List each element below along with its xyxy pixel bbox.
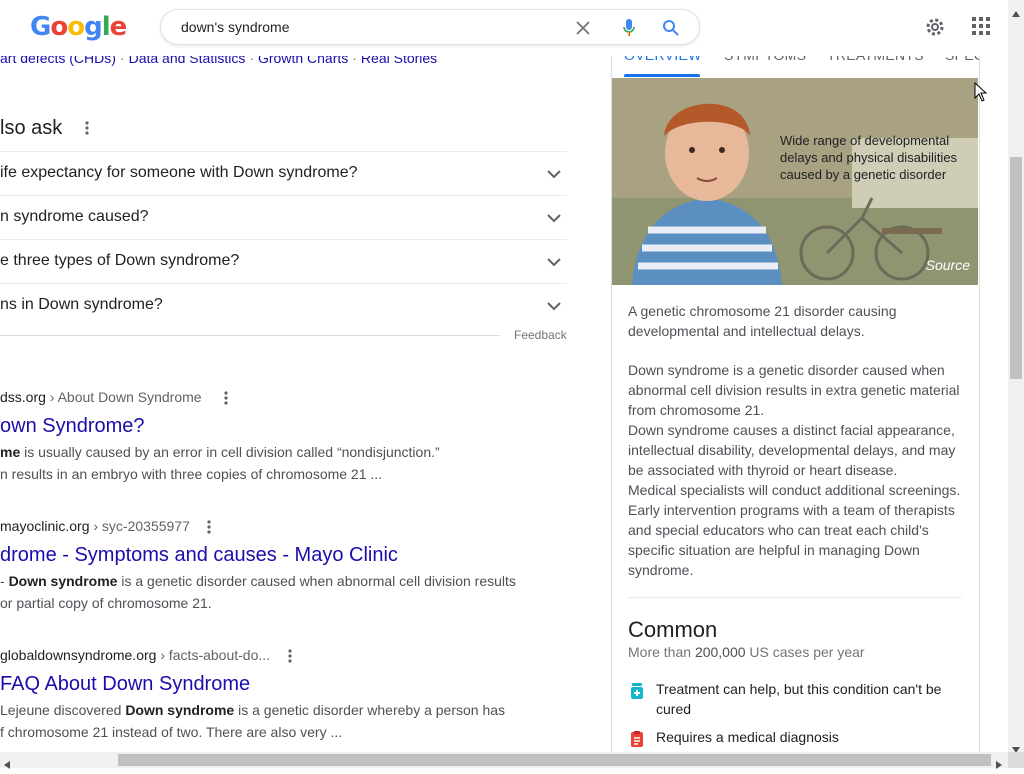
horizontal-scrollbar[interactable] (0, 752, 1008, 769)
horizontal-scroll-thumb[interactable] (118, 754, 991, 766)
google-logo[interactable]: Google (30, 12, 127, 42)
fact-diagnosis: Requires a medical diagnosis (656, 729, 839, 745)
more-options-icon[interactable] (80, 120, 94, 141)
header: Google down's syndrome (0, 0, 1008, 56)
result-site: dss.org (0, 389, 46, 405)
more-options-icon[interactable] (219, 390, 233, 411)
common-heading: Common (628, 617, 718, 642)
paa-question-4[interactable]: ns in Down syndrome? (0, 283, 567, 328)
search-icon[interactable] (661, 18, 681, 38)
paa-question-text: ife expectancy for someone with Down syn… (0, 164, 358, 181)
result-url[interactable]: mayoclinic.org › syc-20355977 (0, 518, 190, 534)
divider (0, 335, 500, 336)
result-breadcrumb: › syc-20355977 (89, 518, 190, 534)
result-snippet: Lejeune discovered Down syndrome is a ge… (0, 702, 506, 718)
paa-question-2[interactable]: n syndrome caused? (0, 195, 567, 240)
scrollbar-corner (1008, 752, 1024, 768)
search-input[interactable]: down's syndrome (181, 19, 290, 35)
result-url[interactable]: globaldownsyndrome.org › facts-about-do.… (0, 647, 270, 663)
result-title-link[interactable]: own Syndrome? (0, 415, 145, 438)
image-caption: Wide range of developmental delays and p… (780, 133, 958, 182)
mouse-cursor-icon (974, 81, 988, 107)
image-source-link[interactable]: Source (926, 257, 970, 273)
chevron-down-icon (547, 210, 561, 228)
divider (628, 597, 962, 598)
condition-illustration[interactable]: Wide range of developmental delays and p… (612, 78, 978, 285)
microphone-icon[interactable] (619, 18, 639, 38)
search-box[interactable]: down's syndrome (160, 9, 700, 45)
paa-question-3[interactable]: e three types of Down syndrome? (0, 239, 567, 284)
paa-question-text: ns in Down syndrome? (0, 296, 163, 313)
scroll-left-arrow-icon[interactable] (4, 756, 10, 774)
scroll-up-arrow-icon[interactable] (1012, 4, 1020, 22)
chevron-down-icon (547, 298, 561, 316)
people-also-ask-heading: lso ask (0, 117, 63, 139)
case-count: More than 200,000 US cases per year (628, 644, 865, 660)
result-url[interactable]: dss.org › About Down Syndrome (0, 389, 202, 405)
panel-description: Down syndrome is a genetic disorder caus… (628, 362, 960, 418)
panel-description: Medical specialists will conduct additio… (628, 482, 961, 578)
fact-treatment: Treatment can help, but this condition c… (656, 681, 942, 717)
more-options-icon[interactable] (202, 519, 216, 540)
paa-question-1[interactable]: ife expectancy for someone with Down syn… (0, 151, 567, 196)
result-snippet: f chromosome 21 instead of two. There ar… (0, 724, 343, 740)
clear-icon[interactable] (573, 18, 593, 38)
chevron-down-icon (547, 254, 561, 272)
result-snippet: n results in an embryo with three copies… (0, 466, 383, 482)
medicine-bottle-icon (628, 682, 646, 700)
result-breadcrumb: › About Down Syndrome (45, 389, 202, 405)
paa-question-text: e three types of Down syndrome? (0, 252, 240, 269)
settings-gear-icon[interactable] (924, 16, 946, 38)
vertical-scrollbar[interactable] (1008, 0, 1024, 753)
scroll-right-arrow-icon[interactable] (996, 756, 1002, 774)
panel-description: Down syndrome causes a distinct facial a… (628, 422, 956, 478)
result-site: mayoclinic.org (0, 518, 90, 534)
feedback-link[interactable]: Feedback (514, 328, 567, 342)
knowledge-panel: OVERVIEW SYMPTOMS TREATMENTS SPEC Wide r… (611, 40, 980, 760)
chevron-down-icon (547, 166, 561, 184)
apps-grid-icon[interactable] (972, 17, 990, 35)
active-tab-indicator (624, 74, 700, 77)
result-site: globaldownsyndrome.org (0, 647, 157, 663)
result-title-link[interactable]: drome - Symptoms and causes - Mayo Clini… (0, 544, 398, 567)
result-snippet: - Down syndrome is a genetic disorder ca… (0, 573, 516, 589)
vertical-scroll-thumb[interactable] (1010, 157, 1022, 379)
result-snippet: or partial copy of chromosome 21. (0, 595, 212, 611)
paa-question-text: n syndrome caused? (0, 208, 149, 225)
result-snippet: me is usually caused by an error in cell… (0, 444, 440, 460)
result-title-link[interactable]: FAQ About Down Syndrome (0, 673, 250, 696)
result-breadcrumb: › facts-about-do... (156, 647, 271, 663)
more-options-icon[interactable] (283, 648, 297, 669)
clipboard-icon (628, 730, 646, 748)
panel-summary: A genetic chromosome 21 disorder causing… (628, 303, 897, 339)
